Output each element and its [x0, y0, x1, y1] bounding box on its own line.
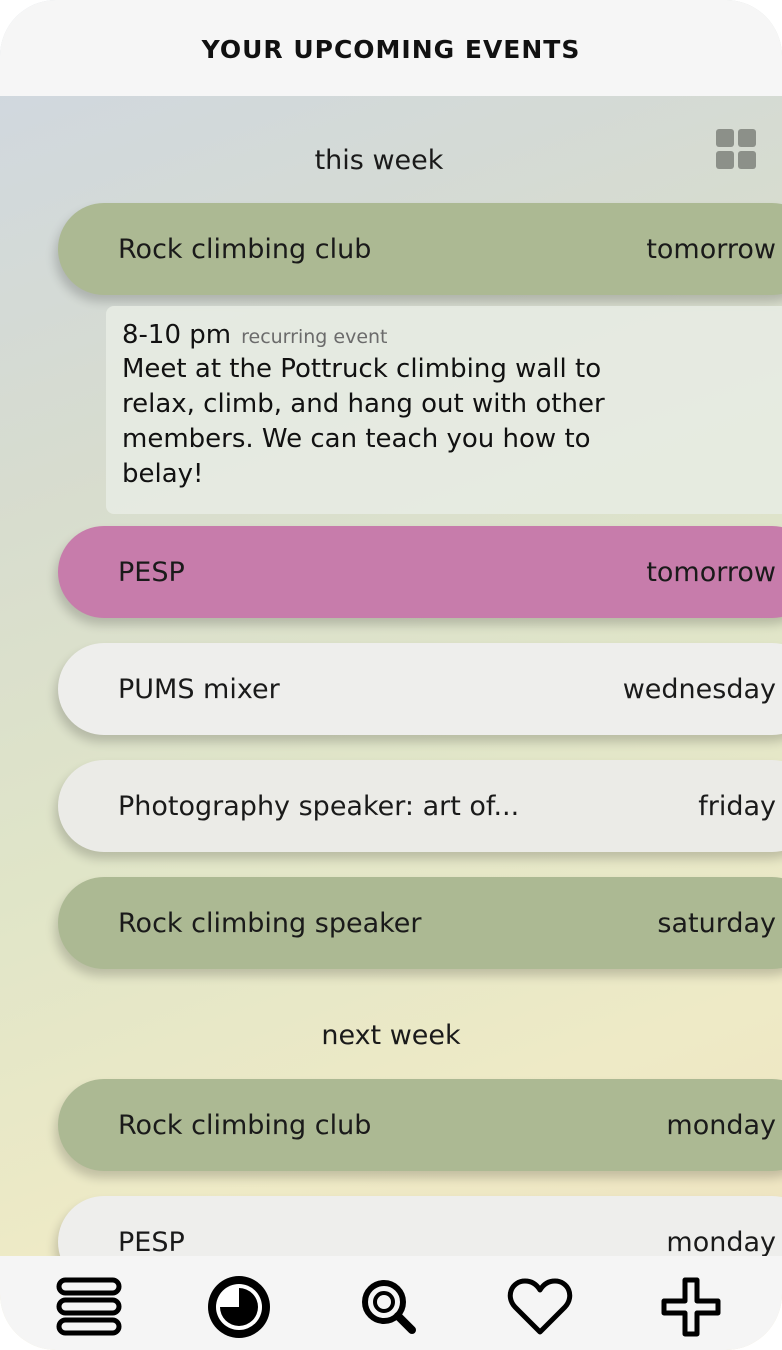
event-item-pums-mixer[interactable]: PUMS mixer wednesday [58, 643, 782, 735]
event-date: saturday [657, 907, 776, 939]
event-item-rock-climbing-club[interactable]: Rock climbing club tomorrow [58, 203, 782, 295]
event-title: PUMS mixer [118, 673, 280, 705]
event-date: tomorrow [646, 556, 776, 588]
event-description: Meet at the Pottruck climbing wall to re… [122, 354, 605, 489]
event-date: friday [698, 790, 776, 822]
event-title: Photography speaker: art of... [118, 790, 520, 822]
section-label-this-week: this week [314, 145, 444, 176]
event-title: Rock climbing speaker [118, 907, 422, 939]
grid-view-icon[interactable] [716, 129, 756, 169]
event-title: PESP [118, 1226, 185, 1258]
event-date: monday [666, 1109, 776, 1141]
heart-icon[interactable] [507, 1274, 573, 1340]
app-header: YOUR UPCOMING EVENTS [0, 0, 782, 96]
event-tag: recurring event [241, 326, 388, 348]
phone-screen: YOUR UPCOMING EVENTS this week Rock clim… [0, 0, 782, 1350]
event-title: Rock climbing club [118, 233, 372, 265]
clock-icon[interactable] [206, 1274, 272, 1340]
menu-icon[interactable] [56, 1274, 122, 1340]
event-item-photography-speaker[interactable]: Photography speaker: art of... friday [58, 760, 782, 852]
event-details-panel: 8-10 pm recurring event Meet at the Pottr… [106, 306, 782, 514]
page-title: YOUR UPCOMING EVENTS [201, 34, 581, 64]
event-item-pesp[interactable]: PESP tomorrow [58, 526, 782, 618]
event-date: monday [666, 1226, 776, 1258]
search-icon[interactable] [356, 1274, 422, 1340]
event-item-rock-climbing-speaker[interactable]: Rock climbing speaker saturday [58, 877, 782, 969]
event-title: PESP [118, 556, 185, 588]
bottom-navigation [0, 1256, 782, 1350]
event-date: tomorrow [646, 233, 776, 265]
event-title: Rock climbing club [118, 1109, 372, 1141]
event-date: wednesday [622, 673, 776, 705]
event-item-rock-climbing-club-next[interactable]: Rock climbing club monday [58, 1079, 782, 1171]
event-time: 8-10 pm [122, 320, 232, 350]
plus-icon[interactable] [658, 1274, 724, 1340]
section-label-next-week: next week [321, 1020, 461, 1051]
